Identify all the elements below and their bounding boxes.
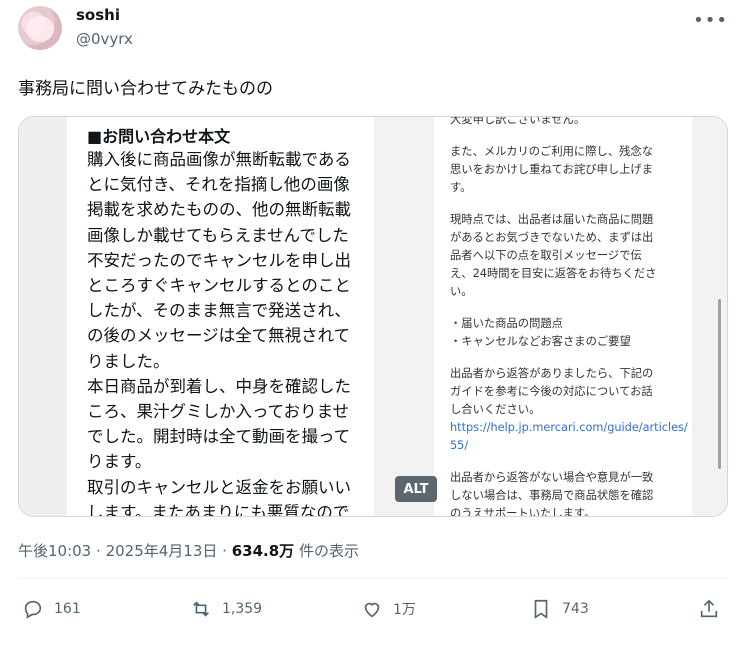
like-count: 1万: [393, 602, 416, 618]
reply-para-4: ・届いた商品の問題点 ・キャンセルなどお客さまのご要望: [450, 317, 631, 348]
heart-icon: [364, 602, 380, 618]
meta-separator: ·: [96, 542, 106, 560]
reply-para-6: 出品者から返答がない場合や意見が一致 しない場合は、事務局で商品状態を確認 のう…: [450, 471, 654, 516]
meta-separator: ·: [222, 542, 232, 560]
alt-text-button[interactable]: ALT: [395, 476, 437, 502]
inquiry-body: 購入後に商品画像が無断転載である とに気付き、それを指摘し他の画像 掲載を求めた…: [87, 150, 351, 516]
reply-para-2: また、メルカリのご利用に際し、残念な 思いをおかけし重ねてお詫び申し上げま す。: [450, 145, 654, 194]
post-date[interactable]: 2025年4月13日: [106, 542, 218, 560]
avatar[interactable]: [18, 6, 62, 50]
repost-button[interactable]: 1,359: [190, 598, 262, 620]
reply-para-1: 大変申し訳ございません。: [450, 117, 586, 126]
post-time[interactable]: 午後10:03: [18, 542, 91, 560]
repost-count: 1,359: [222, 601, 263, 617]
scrollbar: [718, 299, 721, 469]
post-header: soshi @0vyrx •••: [18, 6, 728, 58]
media-image-1[interactable]: ■お問い合わせ本文 購入後に商品画像が無断転載である とに気付き、それを指摘し他…: [19, 117, 374, 516]
repost-icon: [193, 601, 209, 617]
inquiry-heading: ■お問い合わせ本文: [87, 127, 231, 146]
reply-count: 161: [54, 601, 81, 617]
inquiry-document: ■お問い合わせ本文 購入後に商品画像が無断転載である とに気付き、それを指摘し他…: [67, 117, 374, 516]
view-count: 634.8万: [231, 542, 295, 560]
divider: [18, 578, 728, 579]
reply-guide-link: https://help.jp.mercari.com/guide/articl…: [450, 421, 688, 452]
reply-button[interactable]: 161: [22, 598, 81, 620]
bookmark-count: 743: [562, 601, 589, 617]
bookmark-button[interactable]: 743: [530, 598, 589, 620]
like-button[interactable]: 1万: [361, 598, 416, 620]
action-bar: 161 1,359 1万 743: [18, 598, 728, 628]
reply-para-3: 現時点では、出品者は届いた商品に問題 があるとお気づきでないため、まずは出 品者…: [450, 213, 657, 298]
support-reply: 大変申し訳ございません。 また、メルカリのご利用に際し、残念な 思いをおかけし重…: [434, 117, 692, 516]
media-container[interactable]: ■お問い合わせ本文 購入後に商品画像が無断転載である とに気付き、それを指摘し他…: [18, 116, 728, 517]
share-button[interactable]: [698, 598, 730, 620]
media-image-2[interactable]: 大変申し訳ございません。 また、メルカリのご利用に際し、残念な 思いをおかけし重…: [374, 117, 727, 516]
more-options-icon[interactable]: •••: [693, 10, 728, 31]
reply-icon: [24, 600, 42, 619]
bookmark-icon: [534, 599, 548, 619]
post-text: 事務局に問い合わせてみたものの: [18, 79, 273, 99]
view-label: 件の表示: [298, 542, 359, 560]
share-icon: [700, 599, 718, 618]
reply-para-5: 出品者から返答がありましたら、下記の ガイドを参考に今後の対応についてお話 し合…: [450, 367, 654, 416]
post-meta: 午後10:03 · 2025年4月13日 · 634.8万 件の表示: [18, 540, 359, 561]
user-handle[interactable]: @0vyrx: [76, 30, 133, 48]
user-name[interactable]: soshi: [76, 6, 120, 24]
